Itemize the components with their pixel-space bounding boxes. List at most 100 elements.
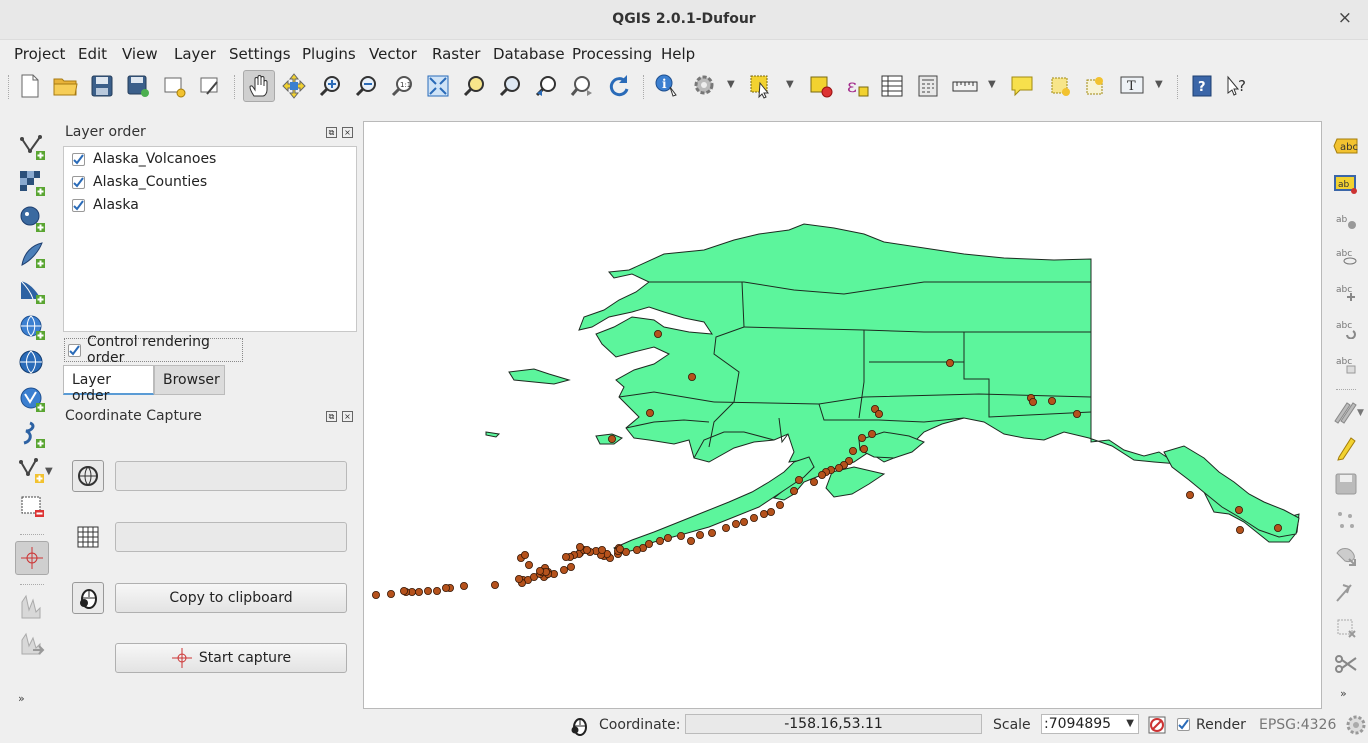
identify-features-icon[interactable]: i — [652, 71, 682, 101]
float-panel-icon[interactable]: ⧉ — [326, 411, 337, 422]
menu-plugins[interactable]: Plugins — [302, 45, 356, 63]
highlight-pinned-labels-icon[interactable]: ab — [1329, 205, 1363, 235]
coordinate-capture-tool-icon[interactable] — [15, 541, 49, 575]
save-layer-edits-icon[interactable] — [1329, 469, 1363, 499]
layer-row-alaska-volcanoes[interactable]: Alaska_Volcanoes — [72, 149, 216, 169]
composer-manager-icon[interactable] — [195, 71, 225, 101]
menu-edit[interactable]: Edit — [78, 45, 107, 63]
add-mssql-layer-icon[interactable] — [15, 274, 49, 308]
move-feature-icon[interactable] — [1329, 541, 1363, 571]
remove-layer-icon[interactable] — [15, 490, 49, 524]
whats-this-icon[interactable]: ? — [1222, 71, 1252, 101]
control-rendering-order-checkbox[interactable]: Control rendering order — [64, 334, 243, 366]
zoom-to-layer-icon[interactable] — [495, 71, 525, 101]
user-crs-coordinate-field[interactable] — [115, 522, 347, 552]
zoom-last-icon[interactable] — [531, 71, 561, 101]
tab-layer-order[interactable]: Layer order — [63, 365, 154, 404]
add-spatialite-layer-icon[interactable] — [15, 238, 49, 272]
select-features-icon[interactable] — [746, 71, 776, 101]
tab-browser[interactable]: Browser — [154, 365, 225, 395]
copy-to-clipboard-button[interactable]: Copy to clipboard — [115, 583, 347, 613]
current-edits-pencil-icon[interactable] — [1329, 433, 1363, 463]
zoom-native-icon[interactable]: 1:1 — [387, 71, 417, 101]
raster-stretch-icon[interactable] — [15, 626, 49, 660]
coordinate-display-field[interactable]: -158.16,53.11 — [685, 714, 982, 734]
checkbox-box[interactable] — [68, 343, 81, 357]
menu-raster[interactable]: Raster — [432, 45, 480, 63]
change-label-icon[interactable]: abc — [1329, 349, 1363, 379]
messages-icon[interactable] — [1346, 715, 1366, 739]
crs-globe-icon[interactable] — [72, 460, 104, 492]
delete-selected-icon[interactable] — [1329, 613, 1363, 643]
zoom-in-icon[interactable] — [315, 71, 345, 101]
deselect-all-icon[interactable] — [806, 71, 836, 101]
layer-row-alaska-counties[interactable]: Alaska_Counties — [72, 172, 207, 192]
chevron-down-icon[interactable]: ▼ — [727, 79, 735, 90]
new-project-icon[interactable] — [15, 71, 45, 101]
zoom-next-icon[interactable] — [567, 71, 597, 101]
more-tools-chevron-icon[interactable]: » — [1340, 687, 1347, 700]
chevron-down-icon[interactable]: ▼ — [988, 79, 996, 90]
menu-help[interactable]: Help — [661, 45, 695, 63]
attribute-table-icon[interactable] — [877, 71, 907, 101]
close-panel-icon[interactable]: × — [342, 411, 353, 422]
node-tool-icon[interactable] — [1329, 577, 1363, 607]
refresh-icon[interactable] — [603, 71, 633, 101]
zoom-out-icon[interactable] — [351, 71, 381, 101]
save-project-icon[interactable] — [87, 71, 117, 101]
run-feature-action-icon[interactable] — [690, 71, 720, 101]
measure-line-icon[interactable] — [950, 71, 980, 101]
chevron-down-icon[interactable]: ▼ — [45, 466, 53, 477]
menu-processing[interactable]: Processing — [572, 45, 652, 63]
layer-visibility-checkbox[interactable] — [72, 152, 85, 166]
open-project-icon[interactable] — [51, 71, 81, 101]
menu-vector[interactable]: Vector — [369, 45, 417, 63]
add-feature-icon[interactable] — [1329, 505, 1363, 535]
raster-histogram-icon[interactable] — [15, 590, 49, 624]
add-delimited-text-layer-icon[interactable] — [15, 418, 49, 452]
show-bookmarks-icon[interactable] — [1080, 71, 1110, 101]
menu-view[interactable]: View — [122, 45, 158, 63]
layer-visibility-checkbox[interactable] — [72, 175, 85, 189]
layer-row-alaska[interactable]: Alaska — [72, 195, 139, 215]
zoom-full-icon[interactable] — [423, 71, 453, 101]
map-tips-icon[interactable] — [1007, 71, 1037, 101]
add-raster-layer-icon[interactable] — [15, 166, 49, 200]
crs-status-button[interactable]: EPSG:4326 — [1259, 717, 1336, 733]
chevron-down-icon[interactable]: ▼ — [786, 79, 794, 90]
field-calculator-icon[interactable] — [913, 71, 943, 101]
scale-combobox[interactable]: :7094895 ▼ — [1041, 714, 1139, 734]
new-print-composer-icon[interactable] — [159, 71, 189, 101]
chevron-down-icon[interactable]: ▼ — [1357, 408, 1364, 418]
menu-settings[interactable]: Settings — [229, 45, 291, 63]
add-wcs-layer-icon[interactable] — [15, 346, 49, 380]
float-panel-icon[interactable]: ⧉ — [326, 127, 337, 138]
map-canvas[interactable] — [363, 121, 1322, 709]
cut-features-icon[interactable] — [1329, 649, 1363, 679]
new-bookmark-icon[interactable] — [1045, 71, 1075, 101]
start-capture-button[interactable]: Start capture — [115, 643, 347, 673]
show-hide-labels-icon[interactable]: abc — [1329, 241, 1363, 271]
chevron-down-icon[interactable]: ▼ — [1155, 79, 1163, 90]
pin-labels-icon[interactable]: ab — [1329, 169, 1363, 199]
menu-layer[interactable]: Layer — [174, 45, 216, 63]
add-postgis-layer-icon[interactable] — [15, 202, 49, 236]
close-window-icon[interactable]: × — [1338, 8, 1352, 28]
move-label-icon[interactable]: abc — [1329, 277, 1363, 307]
mouse-tracking-status-icon[interactable] — [569, 715, 589, 741]
rotate-label-icon[interactable]: abc — [1329, 313, 1363, 343]
new-shapefile-layer-icon[interactable] — [15, 454, 49, 488]
select-by-expression-icon[interactable]: ε — [842, 71, 872, 101]
stop-rendering-icon[interactable] — [1147, 715, 1167, 739]
user-crs-grid-icon[interactable] — [72, 521, 104, 553]
help-contents-icon[interactable]: ? — [1187, 71, 1217, 101]
add-vector-layer-icon[interactable] — [15, 130, 49, 164]
save-as-icon[interactable] — [123, 71, 153, 101]
text-annotation-icon[interactable]: T — [1117, 71, 1147, 101]
add-wms-layer-icon[interactable] — [15, 310, 49, 344]
pan-to-selection-icon[interactable] — [279, 71, 309, 101]
render-checkbox[interactable] — [1177, 718, 1190, 731]
label-tool-icon[interactable]: abc — [1329, 131, 1363, 161]
close-panel-icon[interactable]: × — [342, 127, 353, 138]
map-crs-coordinate-field[interactable] — [115, 461, 347, 491]
